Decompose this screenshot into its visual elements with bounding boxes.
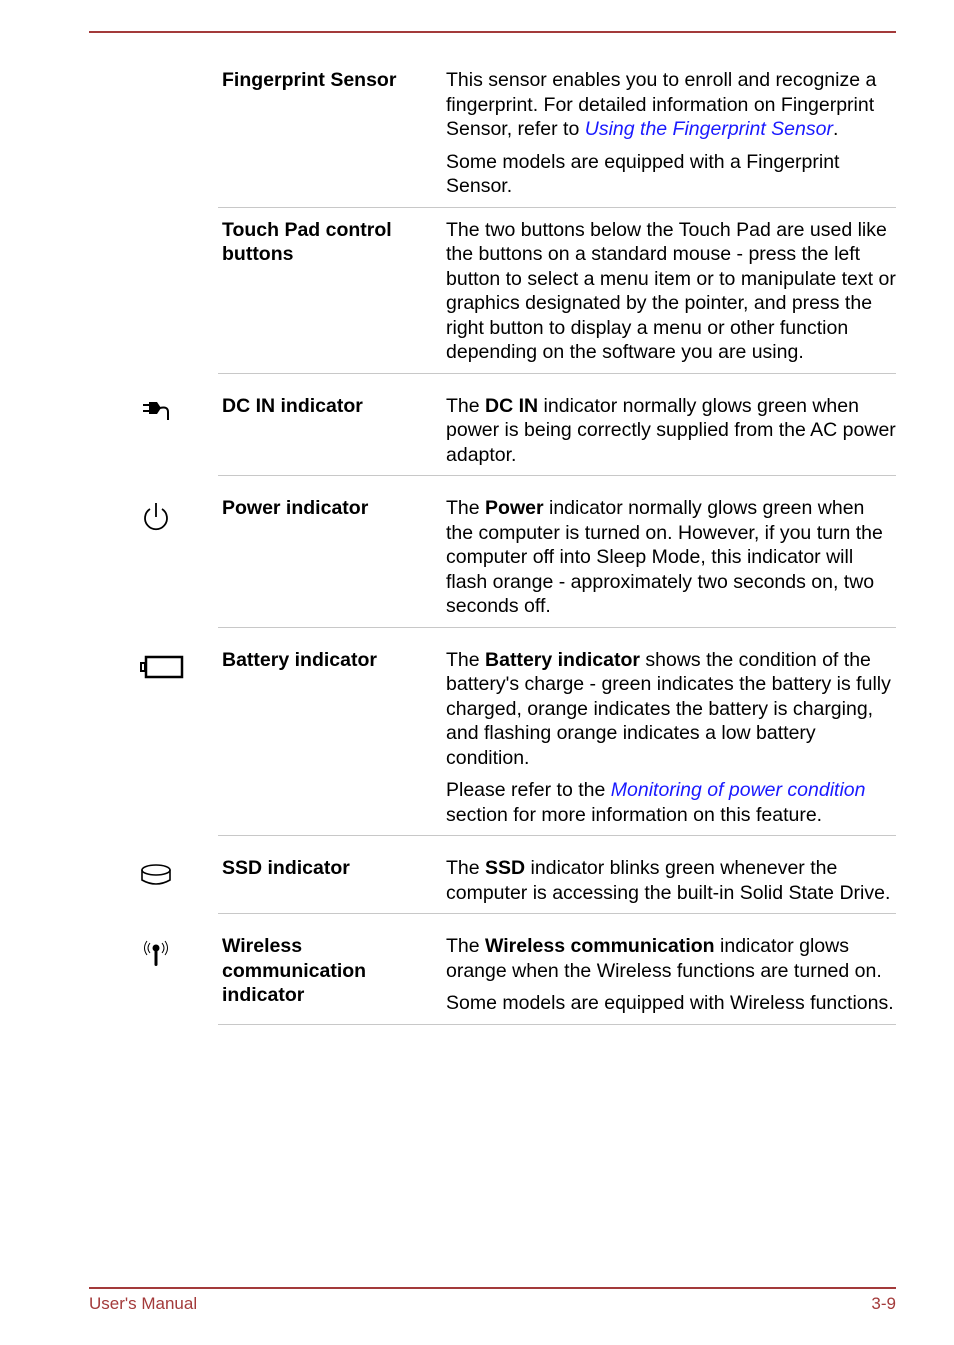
wireless-antenna-icon <box>140 940 176 970</box>
text: The two buttons below the Touch Pad are … <box>446 218 896 364</box>
text: The <box>446 394 486 417</box>
bold-term: Battery indicator <box>485 648 640 671</box>
row-label: Fingerprint Sensor <box>222 69 397 91</box>
text: . <box>832 118 839 140</box>
text: The <box>446 648 486 671</box>
row-description: The two buttons below the Touch Pad are … <box>442 218 896 365</box>
page-number: 3-9 <box>871 1294 896 1313</box>
bold-term: Power <box>485 497 544 519</box>
battery-icon <box>140 654 186 684</box>
row-label: Wireless communication indicator <box>222 935 367 1006</box>
table-row: Power indicator The Power indicator norm… <box>144 476 896 628</box>
row-description: The SSD indicator blinks green whenever … <box>442 856 896 905</box>
row-description: This sensor enables you to enroll and re… <box>442 68 896 199</box>
bold-term: SSD <box>485 857 526 879</box>
row-label: Touch Pad control buttons <box>222 218 392 266</box>
power-icon <box>140 502 176 532</box>
indicator-table: Fingerprint Sensor This sensor enables y… <box>140 60 896 1025</box>
text: The <box>446 857 486 879</box>
bold-term: DC IN <box>485 394 539 417</box>
row-label: Battery indicator <box>222 648 377 671</box>
table-row: DC IN indicator The DC IN indicator norm… <box>143 374 896 476</box>
note: Some models are equipped with Wireless f… <box>446 992 894 1014</box>
row-description: The DC IN indicator normally glows green… <box>442 394 896 468</box>
bold-term: Wireless communication <box>485 935 715 957</box>
row-description: The Power indicator normally glows green… <box>442 496 896 619</box>
footer-manual-title: User's Manual <box>89 1294 198 1313</box>
row-label: SSD indicator <box>222 857 350 879</box>
text: The <box>446 935 486 957</box>
footer-rule <box>89 1287 896 1289</box>
table-row: SSD indicator The SSD indicator blinks g… <box>141 836 896 914</box>
link-monitoring-power-condition[interactable]: Monitoring of power condition <box>611 779 866 801</box>
row-label: DC IN indicator <box>222 394 363 417</box>
table-row: Touch Pad control buttons The two button… <box>218 208 896 374</box>
text: section for more information on this fea… <box>446 803 823 826</box>
text: Please refer to the <box>446 779 611 801</box>
table-row: Battery indicator The Battery indicator … <box>140 628 896 836</box>
row-description: The Wireless communication indicator glo… <box>442 934 896 1016</box>
header-rule <box>89 31 896 33</box>
note: Some models are equipped with a Fingerpr… <box>446 150 840 198</box>
table-row: Wireless communication indicator The Wir… <box>144 914 896 1025</box>
link-using-fingerprint-sensor[interactable]: Using the Fingerprint Sensor <box>585 118 833 140</box>
ssd-drive-icon <box>140 862 176 892</box>
table-row: Fingerprint Sensor This sensor enables y… <box>218 60 896 208</box>
dc-in-plug-icon <box>140 400 176 430</box>
row-description: The Battery indicator shows the conditio… <box>442 648 896 828</box>
text: The <box>446 497 486 519</box>
row-label: Power indicator <box>222 497 369 519</box>
